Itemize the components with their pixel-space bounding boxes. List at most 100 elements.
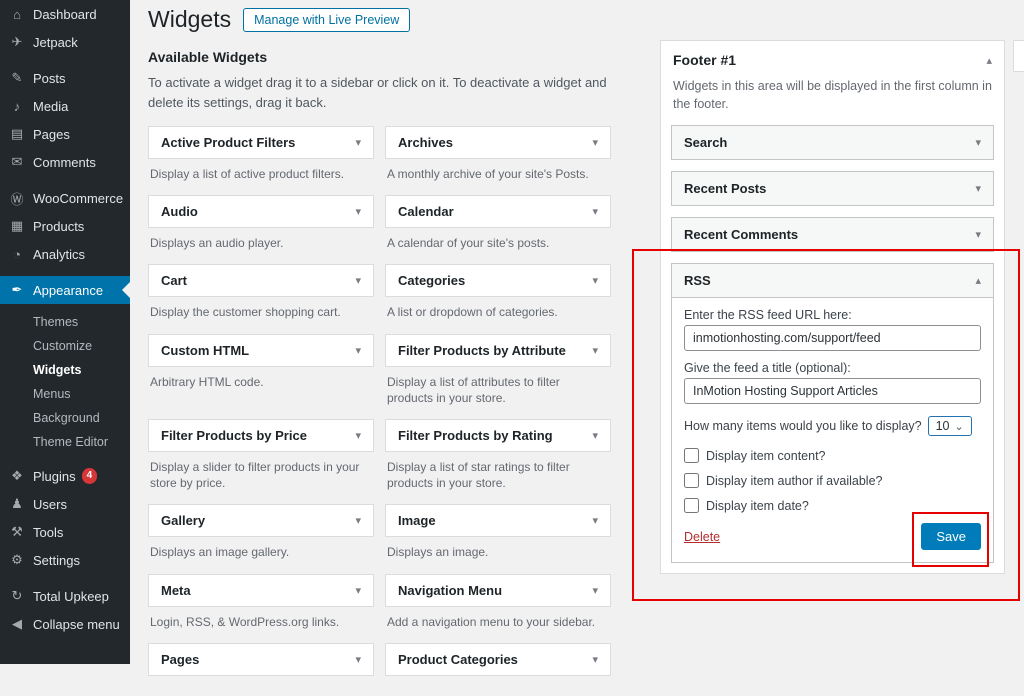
sidebar-item-collapse-menu[interactable]: ◀ Collapse menu — [0, 610, 130, 638]
chevron-up-icon[interactable]: ▴ — [975, 274, 981, 287]
footer-1-description: Widgets in this area will be displayed i… — [661, 77, 1004, 125]
widget-gallery[interactable]: Gallery ▾ — [148, 504, 374, 537]
footer-widget-search[interactable]: Search ▾ — [671, 125, 994, 160]
widget-filter-products-by-attribute[interactable]: Filter Products by Attribute ▾ — [385, 334, 611, 367]
sidebar-item-total-upkeep[interactable]: ↻ Total Upkeep — [0, 582, 130, 610]
rss-items-count-select[interactable]: 10 ⌄ — [928, 416, 972, 436]
rss-feed-title-input[interactable] — [684, 378, 981, 404]
widget-filter-products-by-rating[interactable]: Filter Products by Rating ▾ — [385, 419, 611, 452]
footer-widget-title: Search — [684, 135, 727, 150]
chevron-down-icon[interactable]: ▾ — [592, 584, 598, 597]
sidebar-item-label: Appearance — [33, 283, 103, 298]
widget-meta[interactable]: Meta ▾ — [148, 574, 374, 607]
chevron-down-icon[interactable]: ▾ — [355, 514, 361, 527]
sidebar-item-users[interactable]: ♟ Users — [0, 490, 130, 518]
chevron-down-icon[interactable]: ▾ — [975, 136, 981, 149]
widget-image[interactable]: Image ▾ — [385, 504, 611, 537]
widget-cart[interactable]: Cart ▾ — [148, 264, 374, 297]
widget-title: Archives — [398, 135, 453, 150]
sidebar-item-analytics[interactable]: ◔ Analytics — [0, 240, 130, 268]
sidebar-item-products[interactable]: ▦ Products — [0, 212, 130, 240]
display-item-content-option: Display item content? — [684, 448, 981, 463]
sidebar-item-label: Posts — [33, 71, 66, 86]
widget-title: Categories — [398, 273, 465, 288]
widget-title: Gallery — [161, 513, 205, 528]
widget-audio[interactable]: Audio ▾ — [148, 195, 374, 228]
sidebar-item-settings[interactable]: ⚙ Settings — [0, 546, 130, 574]
widget-description: Display a slider to filter products in y… — [148, 452, 374, 504]
submenu-item-background[interactable]: Background — [0, 406, 130, 430]
chevron-down-icon[interactable]: ▾ — [592, 274, 598, 287]
sidebar-item-label: Collapse menu — [33, 617, 120, 632]
widget-title: Custom HTML — [161, 343, 249, 358]
submenu-item-themes[interactable]: Themes — [0, 310, 130, 334]
chevron-down-icon[interactable]: ▾ — [975, 228, 981, 241]
widget-title: Filter Products by Rating — [398, 428, 553, 443]
widget-product-categories[interactable]: Product Categories ▾ — [385, 643, 611, 676]
plugins-update-badge: 4 — [82, 468, 98, 484]
display-item-content-checkbox[interactable] — [684, 448, 699, 463]
footer-1-title: Footer #1 — [673, 52, 736, 68]
sidebar-item-jetpack[interactable]: ✈ Jetpack — [0, 28, 130, 56]
sidebar-item-label: Users — [33, 497, 67, 512]
widget-pages[interactable]: Pages ▾ — [148, 643, 374, 676]
widget-description: Displays an image. — [385, 537, 611, 573]
chevron-down-icon[interactable]: ▾ — [592, 429, 598, 442]
sidebar-item-appearance[interactable]: ✒ Appearance — [0, 276, 130, 304]
widget-description: Display the customer shopping cart. — [148, 297, 374, 333]
sidebar-item-label: Total Upkeep — [33, 589, 109, 604]
widget-description: A calendar of your site's posts. — [385, 228, 611, 264]
chevron-down-icon[interactable]: ▾ — [355, 429, 361, 442]
widget-cell: Product Categories ▾ — [385, 643, 611, 696]
submenu-item-widgets[interactable]: Widgets — [0, 358, 130, 382]
woocommerce-icon: Ⓦ — [8, 189, 26, 208]
widget-navigation-menu[interactable]: Navigation Menu ▾ — [385, 574, 611, 607]
sidebar-item-dashboard[interactable]: ⌂ Dashboard — [0, 0, 130, 28]
submenu-item-menus[interactable]: Menus — [0, 382, 130, 406]
sidebar-item-woocommerce[interactable]: Ⓦ WooCommerce — [0, 184, 130, 212]
widget-active-product-filters[interactable]: Active Product Filters ▾ — [148, 126, 374, 159]
rss-actions-row: Delete Save — [684, 523, 981, 550]
chevron-down-icon[interactable]: ▾ — [355, 205, 361, 218]
available-widgets-grid: Active Product Filters ▾ Display a list … — [148, 126, 611, 696]
submenu-item-customize[interactable]: Customize — [0, 334, 130, 358]
checkbox-label: Display item content? — [706, 449, 826, 463]
chevron-down-icon[interactable]: ▾ — [592, 344, 598, 357]
display-item-date-checkbox[interactable] — [684, 498, 699, 513]
rss-widget-header[interactable]: RSS ▴ — [672, 264, 993, 298]
sidebar-item-posts[interactable]: ✎ Posts — [0, 64, 130, 92]
widget-calendar[interactable]: Calendar ▾ — [385, 195, 611, 228]
manage-live-preview-button[interactable]: Manage with Live Preview — [243, 8, 410, 32]
chevron-down-icon[interactable]: ▾ — [975, 182, 981, 195]
widget-custom-html[interactable]: Custom HTML ▾ — [148, 334, 374, 367]
widget-archives[interactable]: Archives ▾ — [385, 126, 611, 159]
available-widgets-column: Widgets Manage with Live Preview Availab… — [148, 0, 611, 696]
display-item-author-checkbox[interactable] — [684, 473, 699, 488]
chevron-down-icon[interactable]: ▾ — [355, 584, 361, 597]
widget-description: Displays an audio player. — [148, 228, 374, 264]
sidebar-item-comments[interactable]: ✉ Comments — [0, 148, 130, 176]
chevron-down-icon[interactable]: ▾ — [592, 514, 598, 527]
widget-cell: Meta ▾ Login, RSS, & WordPress.org links… — [148, 574, 374, 643]
chevron-down-icon[interactable]: ▾ — [355, 344, 361, 357]
footer-widget-recent-posts[interactable]: Recent Posts ▾ — [671, 171, 994, 206]
footer-1-panel-header[interactable]: Footer #1 ▴ — [661, 41, 1004, 77]
footer-widget-recent-comments[interactable]: Recent Comments ▾ — [671, 217, 994, 252]
sidebar-item-tools[interactable]: ⚒ Tools — [0, 518, 130, 546]
widget-categories[interactable]: Categories ▾ — [385, 264, 611, 297]
chevron-down-icon[interactable]: ▾ — [355, 274, 361, 287]
sidebar-item-media[interactable]: ♪ Media — [0, 92, 130, 120]
chevron-up-icon[interactable]: ▴ — [986, 54, 992, 67]
sidebar-item-pages[interactable]: ▤ Pages — [0, 120, 130, 148]
chevron-down-icon[interactable]: ▾ — [592, 136, 598, 149]
submenu-item-theme-editor[interactable]: Theme Editor — [0, 430, 130, 454]
save-button[interactable]: Save — [921, 523, 981, 550]
sidebar-item-plugins[interactable]: ❖ Plugins 4 — [0, 462, 130, 490]
widget-filter-products-by-price[interactable]: Filter Products by Price ▾ — [148, 419, 374, 452]
rss-url-input[interactable] — [684, 325, 981, 351]
rss-items-count-label: How many items would you like to display… — [684, 419, 922, 433]
chevron-down-icon[interactable]: ▾ — [355, 136, 361, 149]
widget-cell: Cart ▾ Display the customer shopping car… — [148, 264, 374, 333]
delete-link[interactable]: Delete — [684, 530, 720, 544]
chevron-down-icon[interactable]: ▾ — [592, 205, 598, 218]
